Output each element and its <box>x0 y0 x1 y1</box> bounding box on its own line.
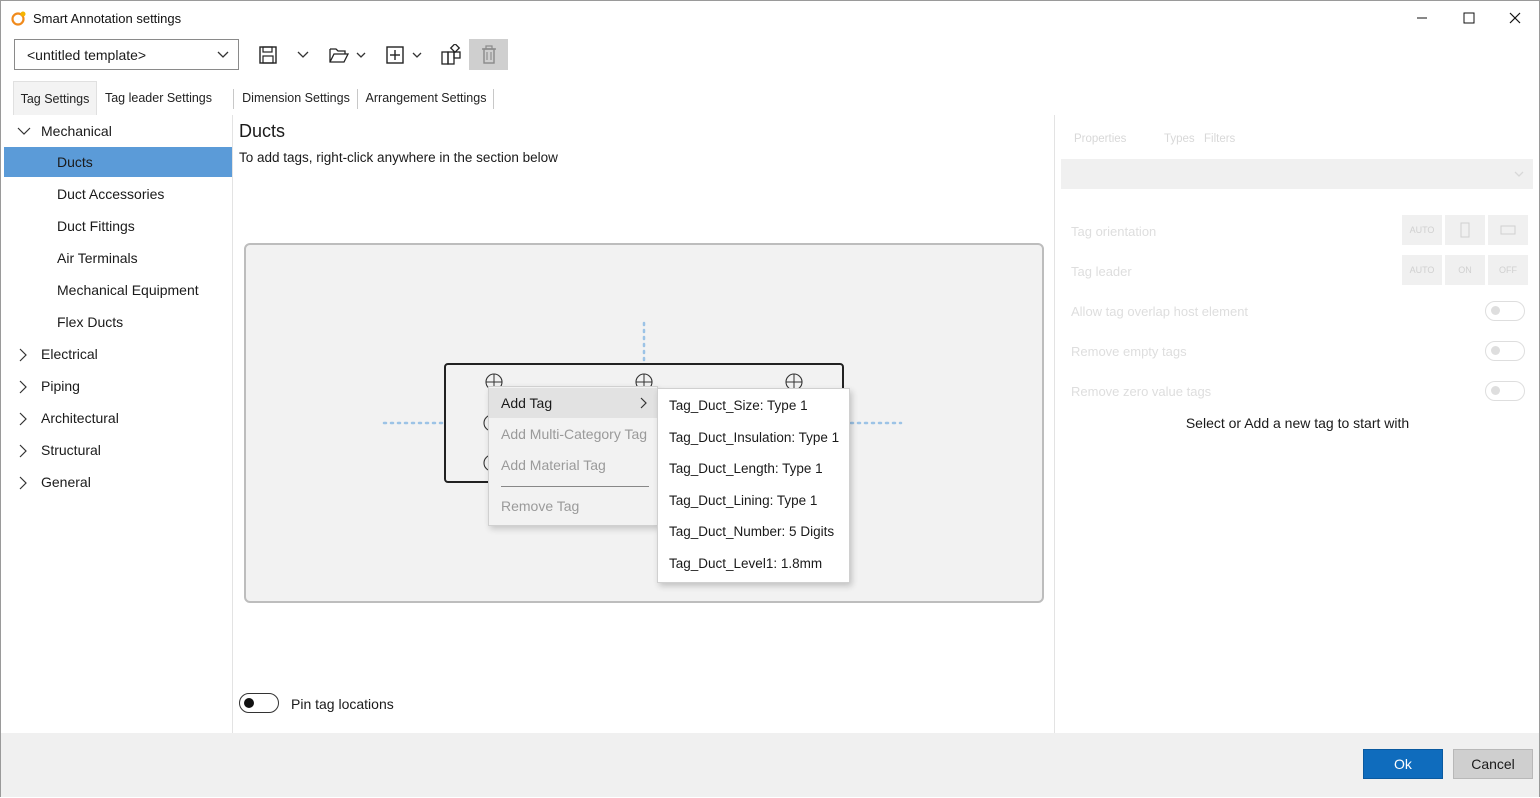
remove-empty-tags-label: Remove empty tags <box>1071 344 1187 359</box>
menu-item-remove-tag[interactable]: Remove Tag <box>489 491 657 521</box>
vertical-orientation-icon <box>1460 222 1470 238</box>
pin-tag-locations-label: Pin tag locations <box>291 696 394 712</box>
submenu-item-duct-level[interactable]: Tag_Duct_Level1: 1.8mm <box>658 548 849 579</box>
allow-overlap-toggle[interactable] <box>1485 301 1525 321</box>
pin-tag-locations-toggle[interactable] <box>239 693 279 713</box>
orientation-horizontal-option[interactable] <box>1488 215 1528 245</box>
tag-orientation-label: Tag orientation <box>1071 224 1157 239</box>
orientation-vertical-option[interactable] <box>1445 215 1485 245</box>
horizontal-orientation-icon <box>1500 225 1516 235</box>
chevron-down-icon <box>1514 171 1524 177</box>
submenu-item-duct-length[interactable]: Tag_Duct_Length: Type 1 <box>658 453 849 484</box>
tag-family-dropdown[interactable] <box>1061 159 1533 189</box>
toggle-knob <box>1491 306 1500 315</box>
menu-item-add-material-tag[interactable]: Add Material Tag <box>489 450 657 480</box>
leader-on-option[interactable]: ON <box>1445 255 1485 285</box>
submenu-item-duct-lining[interactable]: Tag_Duct_Lining: Type 1 <box>658 485 849 516</box>
submenu-item-duct-number[interactable]: Tag_Duct_Number: 5 Digits <box>658 516 849 547</box>
tag-properties-panel: Properties Types Filters Tag orientation… <box>1054 115 1539 733</box>
empty-state-message: Select or Add a new tag to start with <box>1185 415 1410 431</box>
menu-item-add-tag[interactable]: Add Tag <box>489 388 657 418</box>
remove-zero-value-tags-label: Remove zero value tags <box>1071 384 1212 399</box>
dialog-window: Smart Annotation settings <untitled temp… <box>0 0 1540 797</box>
cancel-button[interactable]: Cancel <box>1453 749 1533 779</box>
leader-off-option[interactable]: OFF <box>1488 255 1528 285</box>
ok-button[interactable]: Ok <box>1363 749 1443 779</box>
menu-item-add-multi-category-tag[interactable]: Add Multi-Category Tag <box>489 419 657 449</box>
submenu-item-duct-size[interactable]: Tag_Duct_Size: Type 1 <box>658 390 849 421</box>
toggle-knob <box>1491 386 1500 395</box>
tab-properties[interactable]: Properties <box>1074 125 1126 153</box>
remove-zero-value-tags-toggle[interactable] <box>1485 381 1525 401</box>
tab-types[interactable]: Types <box>1164 125 1195 153</box>
allow-overlap-label: Allow tag overlap host element <box>1071 304 1249 319</box>
add-tag-submenu: Tag_Duct_Size: Type 1 Tag_Duct_Insulatio… <box>657 388 850 583</box>
tag-leader-label: Tag leader <box>1071 264 1132 279</box>
submenu-item-duct-insulation[interactable]: Tag_Duct_Insulation: Type 1 <box>658 422 849 453</box>
dialog-footer: Ok Cancel <box>1 733 1539 797</box>
menu-separator <box>501 486 649 487</box>
chevron-right-icon <box>640 397 647 409</box>
menu-item-label: Add Tag <box>501 395 553 411</box>
tab-filters[interactable]: Filters <box>1204 125 1235 153</box>
leader-auto-option[interactable]: AUTO <box>1402 255 1442 285</box>
orientation-auto-option[interactable]: AUTO <box>1402 215 1442 245</box>
context-menu: Add Tag Add Multi-Category Tag Add Mater… <box>488 386 658 526</box>
remove-empty-tags-toggle[interactable] <box>1485 341 1525 361</box>
toggle-knob <box>244 698 254 708</box>
toggle-knob <box>1491 346 1500 355</box>
